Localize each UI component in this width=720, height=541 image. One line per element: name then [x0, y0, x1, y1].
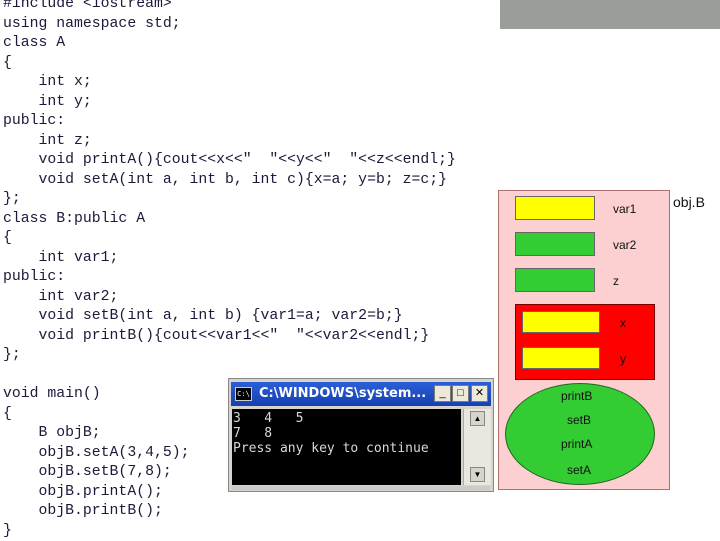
console-title: C:\WINDOWS\system...: [259, 386, 426, 401]
code-line: void setA(int a, int b, int c){x=a; y=b;…: [3, 171, 456, 191]
var1-label: var1: [613, 202, 636, 216]
code-line: int x;: [3, 73, 456, 93]
code-line: };: [3, 346, 456, 366]
console-icon: C:\: [235, 387, 252, 401]
code-line: public:: [3, 268, 456, 288]
code-line: void setB(int a, int b) {var1=a; var2=b;…: [3, 307, 456, 327]
method-label-setB: setB: [567, 413, 591, 427]
method-label-printA: printA: [561, 437, 592, 451]
maximize-button[interactable]: □: [452, 385, 469, 402]
code-line: };: [3, 190, 456, 210]
y-box: [522, 347, 600, 369]
console-screen[interactable]: 3 4 57 8Press any key to continue: [232, 409, 461, 485]
var2-box: [515, 232, 595, 256]
var2-label: var2: [613, 238, 636, 252]
z-box: [515, 268, 595, 292]
var1-box: [515, 196, 595, 220]
code-line: #include <iostream>: [3, 0, 456, 15]
corner-decoration: [500, 0, 720, 29]
scroll-down-icon[interactable]: ▼: [470, 467, 485, 482]
code-line: class B:public A: [3, 210, 456, 230]
console-title-bar[interactable]: C:\ C:\WINDOWS\system... _ □ ✕: [231, 382, 491, 406]
method-label-printB: printB: [561, 389, 592, 403]
vertical-scrollbar[interactable]: ▲ ▼: [463, 409, 491, 485]
code-line: int var1;: [3, 249, 456, 269]
scroll-up-icon[interactable]: ▲: [470, 411, 485, 426]
code-line: objB.printB();: [3, 502, 456, 522]
close-button[interactable]: ✕: [471, 385, 488, 402]
code-line: void printB(){cout<<var1<<" "<<var2<<end…: [3, 327, 456, 347]
code-line: int var2;: [3, 288, 456, 308]
horizontal-scrollbar[interactable]: [232, 486, 490, 490]
console-output-line: Press any key to continue: [233, 441, 461, 456]
x-label: x: [620, 316, 626, 330]
y-label: y: [620, 352, 626, 366]
code-line: void printA(){cout<<x<<" "<<y<<" "<<z<<e…: [3, 151, 456, 171]
console-output-line: 7 8: [233, 426, 461, 441]
console-output-line: 3 4 5: [233, 411, 461, 426]
code-line: }: [3, 522, 456, 541]
code-line: class A: [3, 34, 456, 54]
code-line: int z;: [3, 132, 456, 152]
x-box: [522, 311, 600, 333]
code-line: int y;: [3, 93, 456, 113]
console-window[interactable]: C:\ C:\WINDOWS\system... _ □ ✕ 3 4 57 8P…: [228, 378, 494, 492]
object-label: obj.B: [673, 194, 705, 210]
console-output: 3 4 57 8Press any key to continue: [232, 409, 461, 456]
minimize-button[interactable]: _: [434, 385, 451, 402]
method-label-setA: setA: [567, 463, 591, 477]
code-line: {: [3, 229, 456, 249]
code-line: using namespace std;: [3, 15, 456, 35]
z-label: z: [613, 274, 619, 288]
code-line: {: [3, 54, 456, 74]
code-line: public:: [3, 112, 456, 132]
